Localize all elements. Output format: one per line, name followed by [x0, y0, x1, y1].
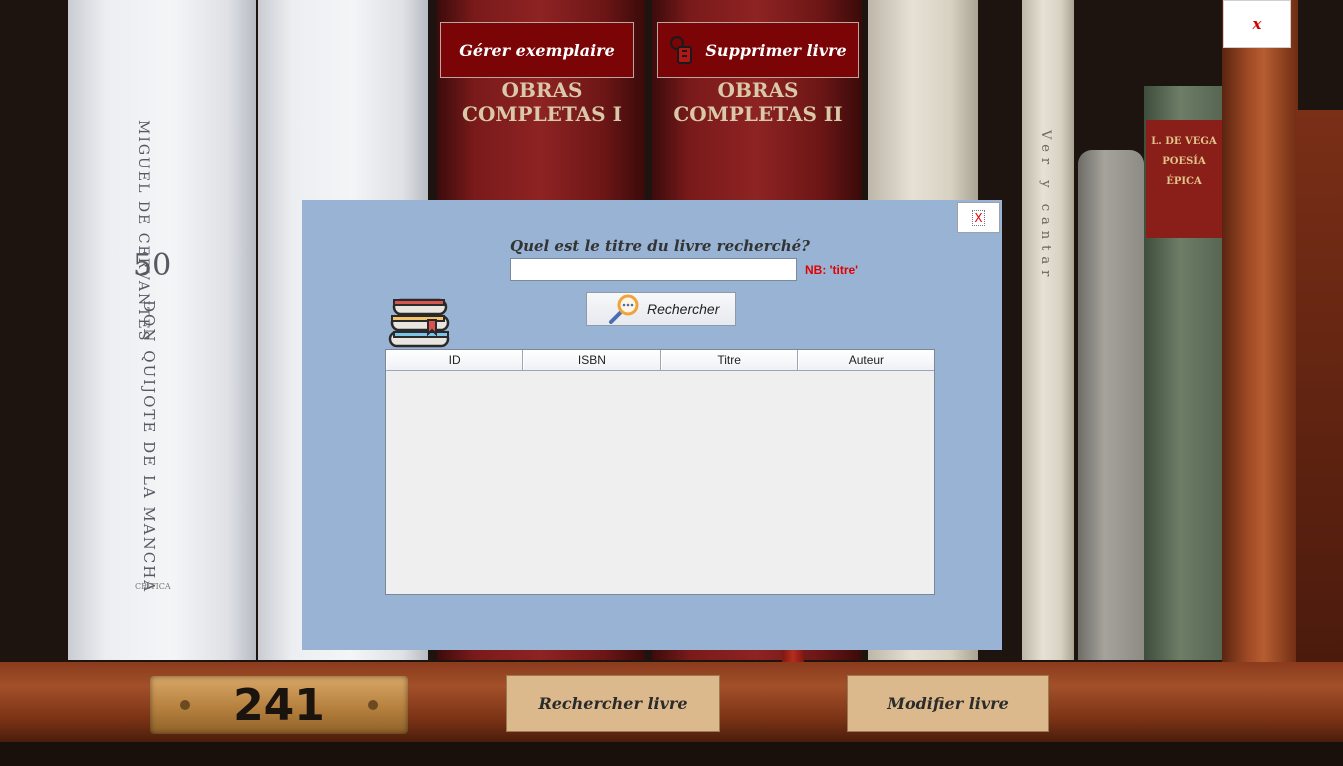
- column-header-author[interactable]: Auteur: [797, 350, 934, 370]
- magnifier-icon: [607, 293, 641, 325]
- edit-book-button[interactable]: Modifier livre: [847, 675, 1049, 732]
- window-close-label: x: [1252, 15, 1262, 33]
- shelf-number-plate: 241: [150, 676, 408, 734]
- delete-book-label: Supprimer livre: [705, 40, 847, 60]
- title-search-input[interactable]: [510, 258, 797, 281]
- dialog-close-label: X: [972, 209, 985, 226]
- red-book-2-title: OBRAS COMPLETAS II: [673, 78, 843, 126]
- shelf-post-right: [1296, 110, 1343, 670]
- spine-publisher: CRÍTICA: [135, 582, 171, 591]
- search-question-label: Quel est le titre du livre recherché?: [510, 237, 810, 255]
- delete-book-icon: [669, 35, 697, 65]
- cream-book-title: Ver y cantar: [1038, 130, 1053, 283]
- green-book-title: L. DE VEGA POESÍA ÉPICA: [1151, 136, 1217, 187]
- spine-number: 50: [133, 248, 172, 283]
- column-header-title[interactable]: Titre: [660, 350, 798, 370]
- cream-book-2: [1022, 0, 1074, 660]
- white-book-1: [68, 0, 256, 660]
- shelf-post: [1222, 0, 1298, 700]
- shelf-shadow: [0, 742, 1343, 766]
- column-header-id[interactable]: ID: [386, 350, 524, 370]
- window-close-button[interactable]: x: [1223, 0, 1291, 48]
- red-book-1-title: OBRAS COMPLETAS I: [462, 78, 622, 126]
- search-button[interactable]: Rechercher: [586, 292, 736, 326]
- spine-title-text: DON QUIJOTE DE LA MANCHA: [140, 300, 158, 594]
- search-book-label: Rechercher livre: [538, 694, 688, 713]
- search-book-button[interactable]: Rechercher livre: [506, 675, 720, 732]
- grey-book: [1078, 150, 1144, 660]
- title-hint-label: NB: 'titre': [805, 263, 859, 277]
- results-table-body[interactable]: [386, 371, 934, 594]
- manage-copies-button[interactable]: Gérer exemplaire: [440, 22, 634, 78]
- screw-icon: [368, 700, 378, 710]
- results-table[interactable]: ID ISBN Titre Auteur: [385, 349, 935, 595]
- book-stack-icon: [386, 294, 452, 350]
- search-button-label: Rechercher: [647, 301, 720, 317]
- dialog-close-button[interactable]: X: [957, 202, 1000, 233]
- results-table-header: ID ISBN Titre Auteur: [386, 350, 934, 371]
- manage-copies-label: Gérer exemplaire: [459, 40, 615, 60]
- column-header-isbn[interactable]: ISBN: [523, 350, 661, 370]
- search-dialog: X Quel est le titre du livre recherché? …: [302, 200, 1002, 650]
- delete-book-button[interactable]: Supprimer livre: [657, 22, 859, 78]
- edit-book-label: Modifier livre: [887, 694, 1009, 713]
